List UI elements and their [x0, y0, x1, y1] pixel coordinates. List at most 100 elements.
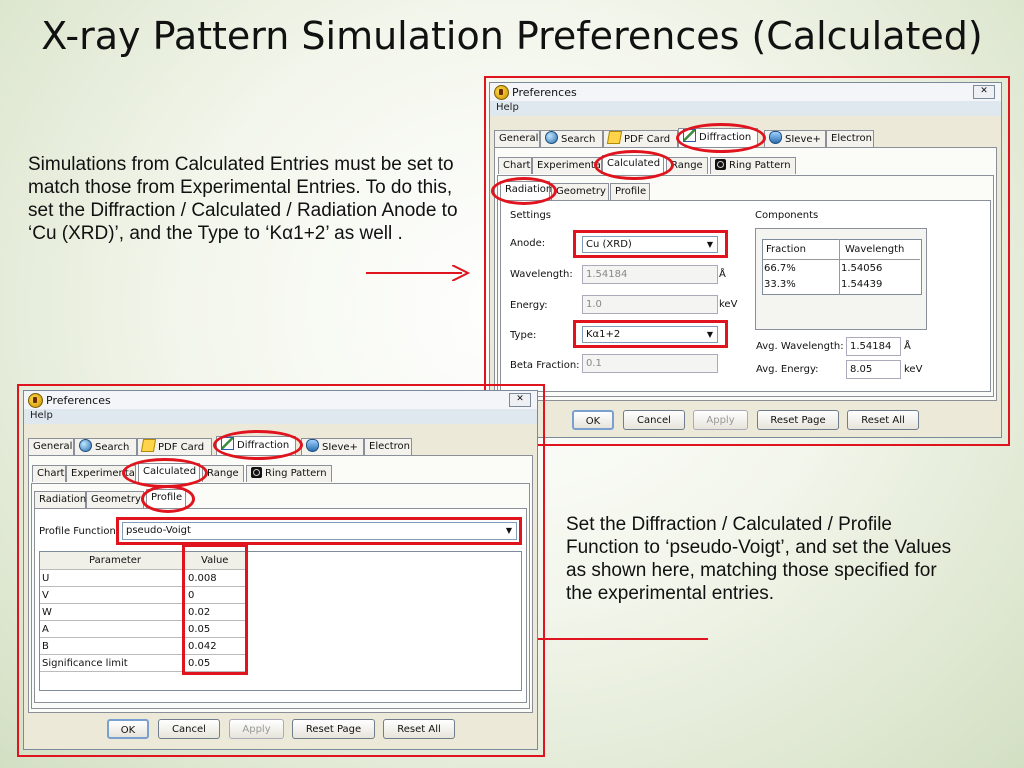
ok-button[interactable]: OK: [107, 719, 149, 739]
table-row: U: [42, 573, 50, 584]
tab-sieve[interactable]: SIeve+: [301, 438, 364, 455]
tab-range[interactable]: Range: [202, 465, 244, 482]
preferences-window-profile: Preferences ✕ Help General Search PDF Ca…: [23, 390, 538, 750]
menu-help[interactable]: Help: [496, 102, 519, 113]
reset-page-button[interactable]: Reset Page: [292, 719, 375, 739]
table-row: 1.54056: [841, 263, 883, 274]
profile-function-label: Profile Function:: [39, 526, 120, 537]
tab-general[interactable]: General: [494, 130, 540, 147]
tab-general[interactable]: General: [28, 438, 74, 455]
tab-ring-pattern[interactable]: Ring Pattern: [710, 157, 796, 174]
energy-field[interactable]: 1.0: [582, 295, 718, 314]
window-title: Preferences: [512, 86, 577, 99]
table-row: B: [42, 641, 49, 652]
reset-all-button[interactable]: Reset All: [383, 719, 455, 739]
table-row: W: [42, 607, 52, 618]
avg-wavelength-field: 1.54184: [846, 337, 901, 356]
slide-title: X-ray Pattern Simulation Preferences (Ca…: [41, 14, 983, 58]
reset-page-button[interactable]: Reset Page: [757, 410, 839, 430]
close-button[interactable]: ✕: [509, 393, 531, 407]
tab-pdf-card[interactable]: PDF Card: [137, 438, 212, 455]
left-caption: Simulations from Calculated Entries must…: [28, 154, 458, 244]
tab-search[interactable]: Search: [540, 130, 603, 147]
table-row: 66.7%: [764, 263, 796, 274]
highlight-profile: [141, 485, 195, 513]
tab-ring-pattern-label: Ring Pattern: [729, 160, 791, 171]
app-icon: [28, 393, 43, 408]
components-header-wavelength: Wavelength: [845, 244, 905, 255]
sieve-icon: [306, 439, 319, 452]
ring-pattern-icon: [715, 159, 726, 170]
cancel-button[interactable]: Cancel: [158, 719, 220, 739]
ok-button[interactable]: OK: [572, 410, 614, 430]
close-button[interactable]: ✕: [973, 85, 995, 99]
search-icon: [79, 439, 92, 452]
avg-energy-label: Avg. Energy:: [756, 364, 819, 375]
apply-button[interactable]: Apply: [229, 719, 284, 739]
avg-energy-unit: keV: [904, 364, 923, 375]
tab-chart[interactable]: Chart: [32, 465, 66, 482]
arrowhead-right: [452, 265, 470, 281]
header-parameter: Parameter: [89, 555, 142, 566]
tab-ring-pattern-label: Ring Pattern: [265, 468, 327, 479]
highlight-anode: [573, 230, 728, 258]
tab-ring-pattern[interactable]: Ring Pattern: [246, 465, 332, 482]
menu-bar: Help: [24, 409, 537, 424]
settings-group-label: Settings: [510, 210, 552, 221]
search-icon: [545, 131, 558, 144]
beta-fraction-field[interactable]: 0.1: [582, 354, 718, 373]
highlight-profile-function: [116, 517, 522, 545]
tab-search[interactable]: Search: [74, 438, 137, 455]
components-header-fraction: Fraction: [766, 244, 806, 255]
tab-electron[interactable]: Electron: [826, 130, 874, 147]
apply-button[interactable]: Apply: [693, 410, 748, 430]
avg-wavelength-unit: Å: [904, 341, 911, 352]
avg-wavelength-label: Avg. Wavelength:: [756, 341, 844, 352]
tab-sieve-label: SIeve+: [785, 134, 821, 145]
tab-experimental[interactable]: Experimental: [532, 157, 602, 174]
tab-search-label: Search: [561, 134, 596, 145]
sieve-icon: [769, 131, 782, 144]
tab-pdf-card[interactable]: PDF Card: [603, 130, 678, 147]
avg-energy-field: 8.05: [846, 360, 901, 379]
window-title: Preferences: [46, 394, 111, 407]
table-row: 33.3%: [764, 279, 796, 290]
tab-profile[interactable]: Profile: [610, 183, 650, 200]
energy-unit: keV: [719, 299, 738, 310]
tab-electron[interactable]: Electron: [364, 438, 412, 455]
tab-sieve-label: SIeve+: [322, 442, 358, 453]
energy-label: Energy:: [510, 300, 548, 311]
pdf-card-icon: [140, 439, 157, 452]
pdf-card-icon: [606, 131, 623, 144]
tab-pdf-card-label: PDF Card: [624, 134, 671, 145]
beta-fraction-label: Beta Fraction:: [510, 360, 580, 371]
table-row: V: [42, 590, 49, 601]
wavelength-unit: Å: [719, 269, 726, 280]
tab-geometry[interactable]: Geometry: [86, 491, 144, 508]
reset-all-button[interactable]: Reset All: [847, 410, 919, 430]
menu-help[interactable]: Help: [30, 410, 53, 421]
highlight-diffraction: [676, 123, 766, 153]
highlight-diffraction: [213, 430, 303, 460]
highlight-calculated: [594, 150, 674, 180]
title-bar[interactable]: Preferences ✕: [490, 83, 1001, 101]
tab-geometry[interactable]: Geometry: [551, 183, 609, 200]
cancel-button[interactable]: Cancel: [623, 410, 685, 430]
tab-chart[interactable]: Chart: [498, 157, 532, 174]
parameter-table: [39, 551, 522, 691]
tab-radiation[interactable]: Radiation: [34, 491, 86, 508]
type-label: Type:: [510, 330, 537, 341]
highlight-type: [573, 320, 728, 348]
components-col-divider: [839, 239, 840, 295]
app-icon: [494, 85, 509, 100]
highlight-radiation: [491, 177, 557, 205]
menu-bar: Help: [490, 101, 1001, 116]
tab-search-label: Search: [95, 442, 130, 453]
title-bar[interactable]: Preferences ✕: [24, 391, 537, 409]
wavelength-field[interactable]: 1.54184: [582, 265, 718, 284]
components-header-divider: [762, 259, 920, 260]
tab-pdf-card-label: PDF Card: [158, 442, 205, 453]
arrow-to-radiation: [366, 272, 462, 274]
table-row: Significance limit: [42, 658, 128, 669]
tab-sieve[interactable]: SIeve+: [764, 130, 826, 147]
